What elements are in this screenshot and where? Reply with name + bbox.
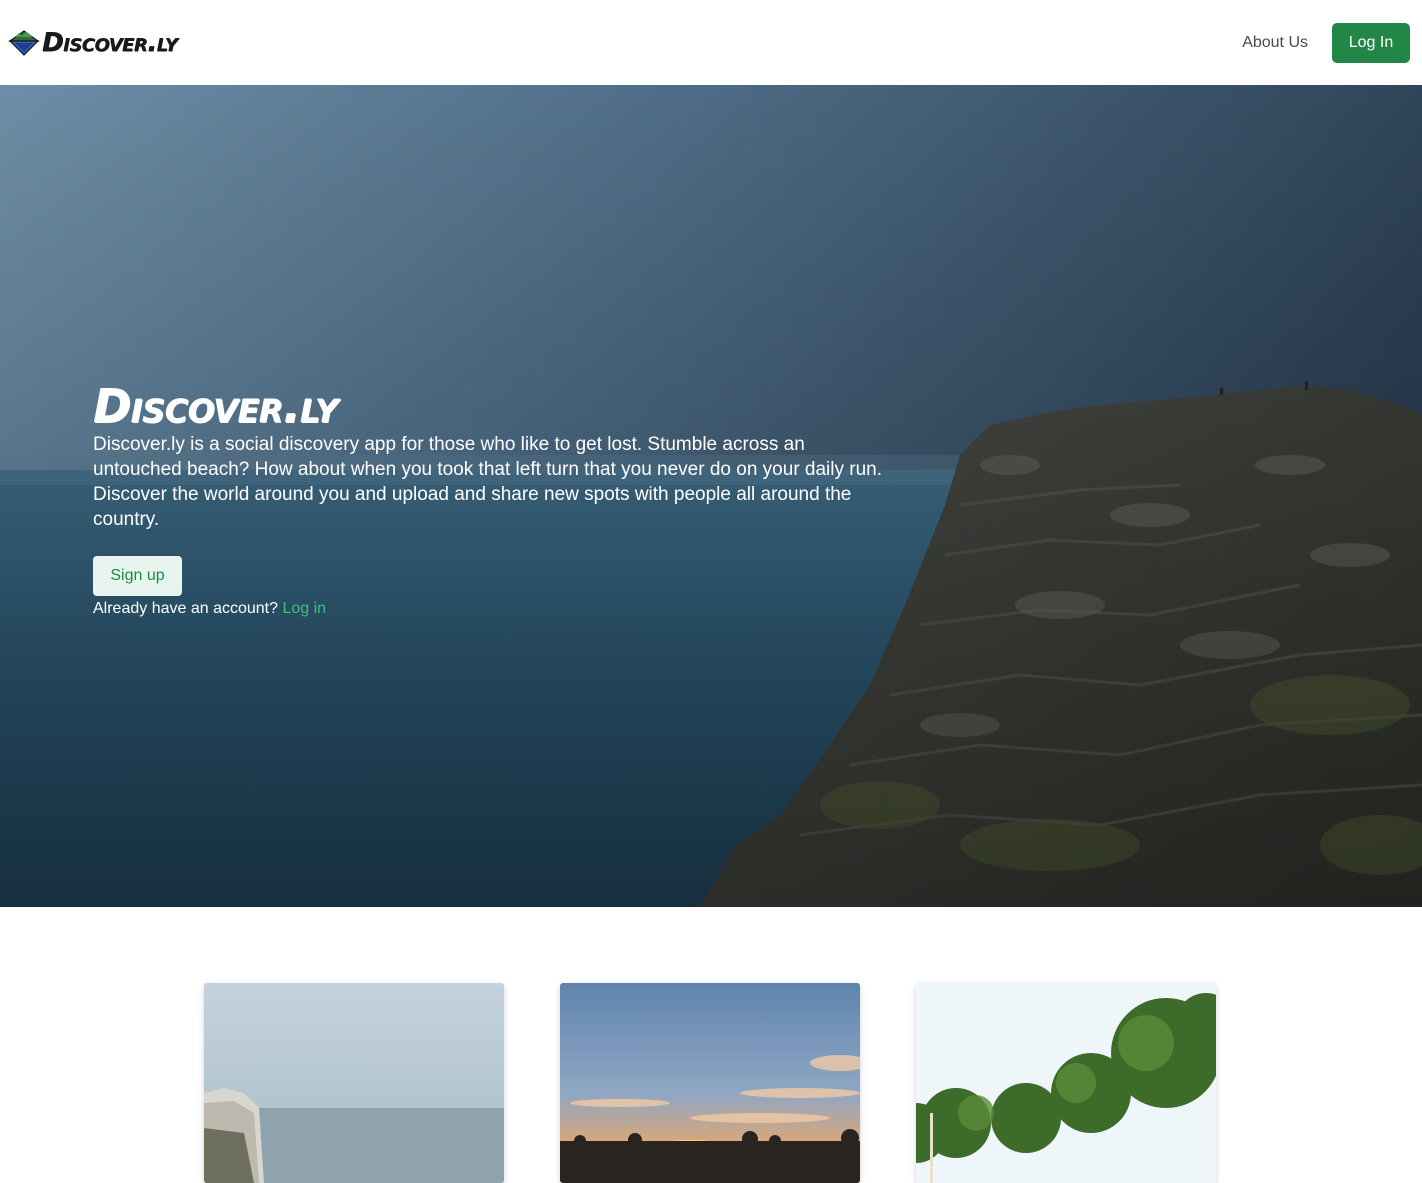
spots-cards-section (0, 907, 1422, 1183)
login-prompt: Already have an account? Log in (93, 600, 893, 618)
hero-description: Discover.ly is a social discovery app fo… (93, 434, 883, 530)
spot-card[interactable] (204, 983, 504, 1183)
brand-link[interactable]: Discover.ly (8, 27, 178, 59)
signup-button[interactable]: Sign up (93, 556, 182, 596)
hero-section: Discover.ly Discover.ly is a social disc… (0, 85, 1422, 907)
nav-actions: About Us Log In (1242, 22, 1410, 63)
mountain-lake-logo-icon (8, 29, 40, 56)
spot-card[interactable] (560, 983, 860, 1183)
spot-card[interactable] (916, 983, 1216, 1183)
brand-name: Discover.ly (42, 27, 178, 58)
top-navbar: Discover.ly About Us Log In (0, 0, 1422, 85)
login-link[interactable]: Log in (282, 600, 326, 617)
foggy-cliff-coast-photo (204, 983, 504, 1183)
green-trees-photo (916, 983, 1216, 1183)
about-us-link[interactable]: About Us (1242, 34, 1308, 52)
hero-title: Discover.ly (93, 379, 338, 433)
login-prompt-text: Already have an account? (93, 600, 279, 617)
hero-content: Discover.ly Discover.ly is a social disc… (93, 380, 893, 618)
login-button[interactable]: Log In (1332, 22, 1410, 63)
sunset-sky-photo (560, 983, 860, 1183)
